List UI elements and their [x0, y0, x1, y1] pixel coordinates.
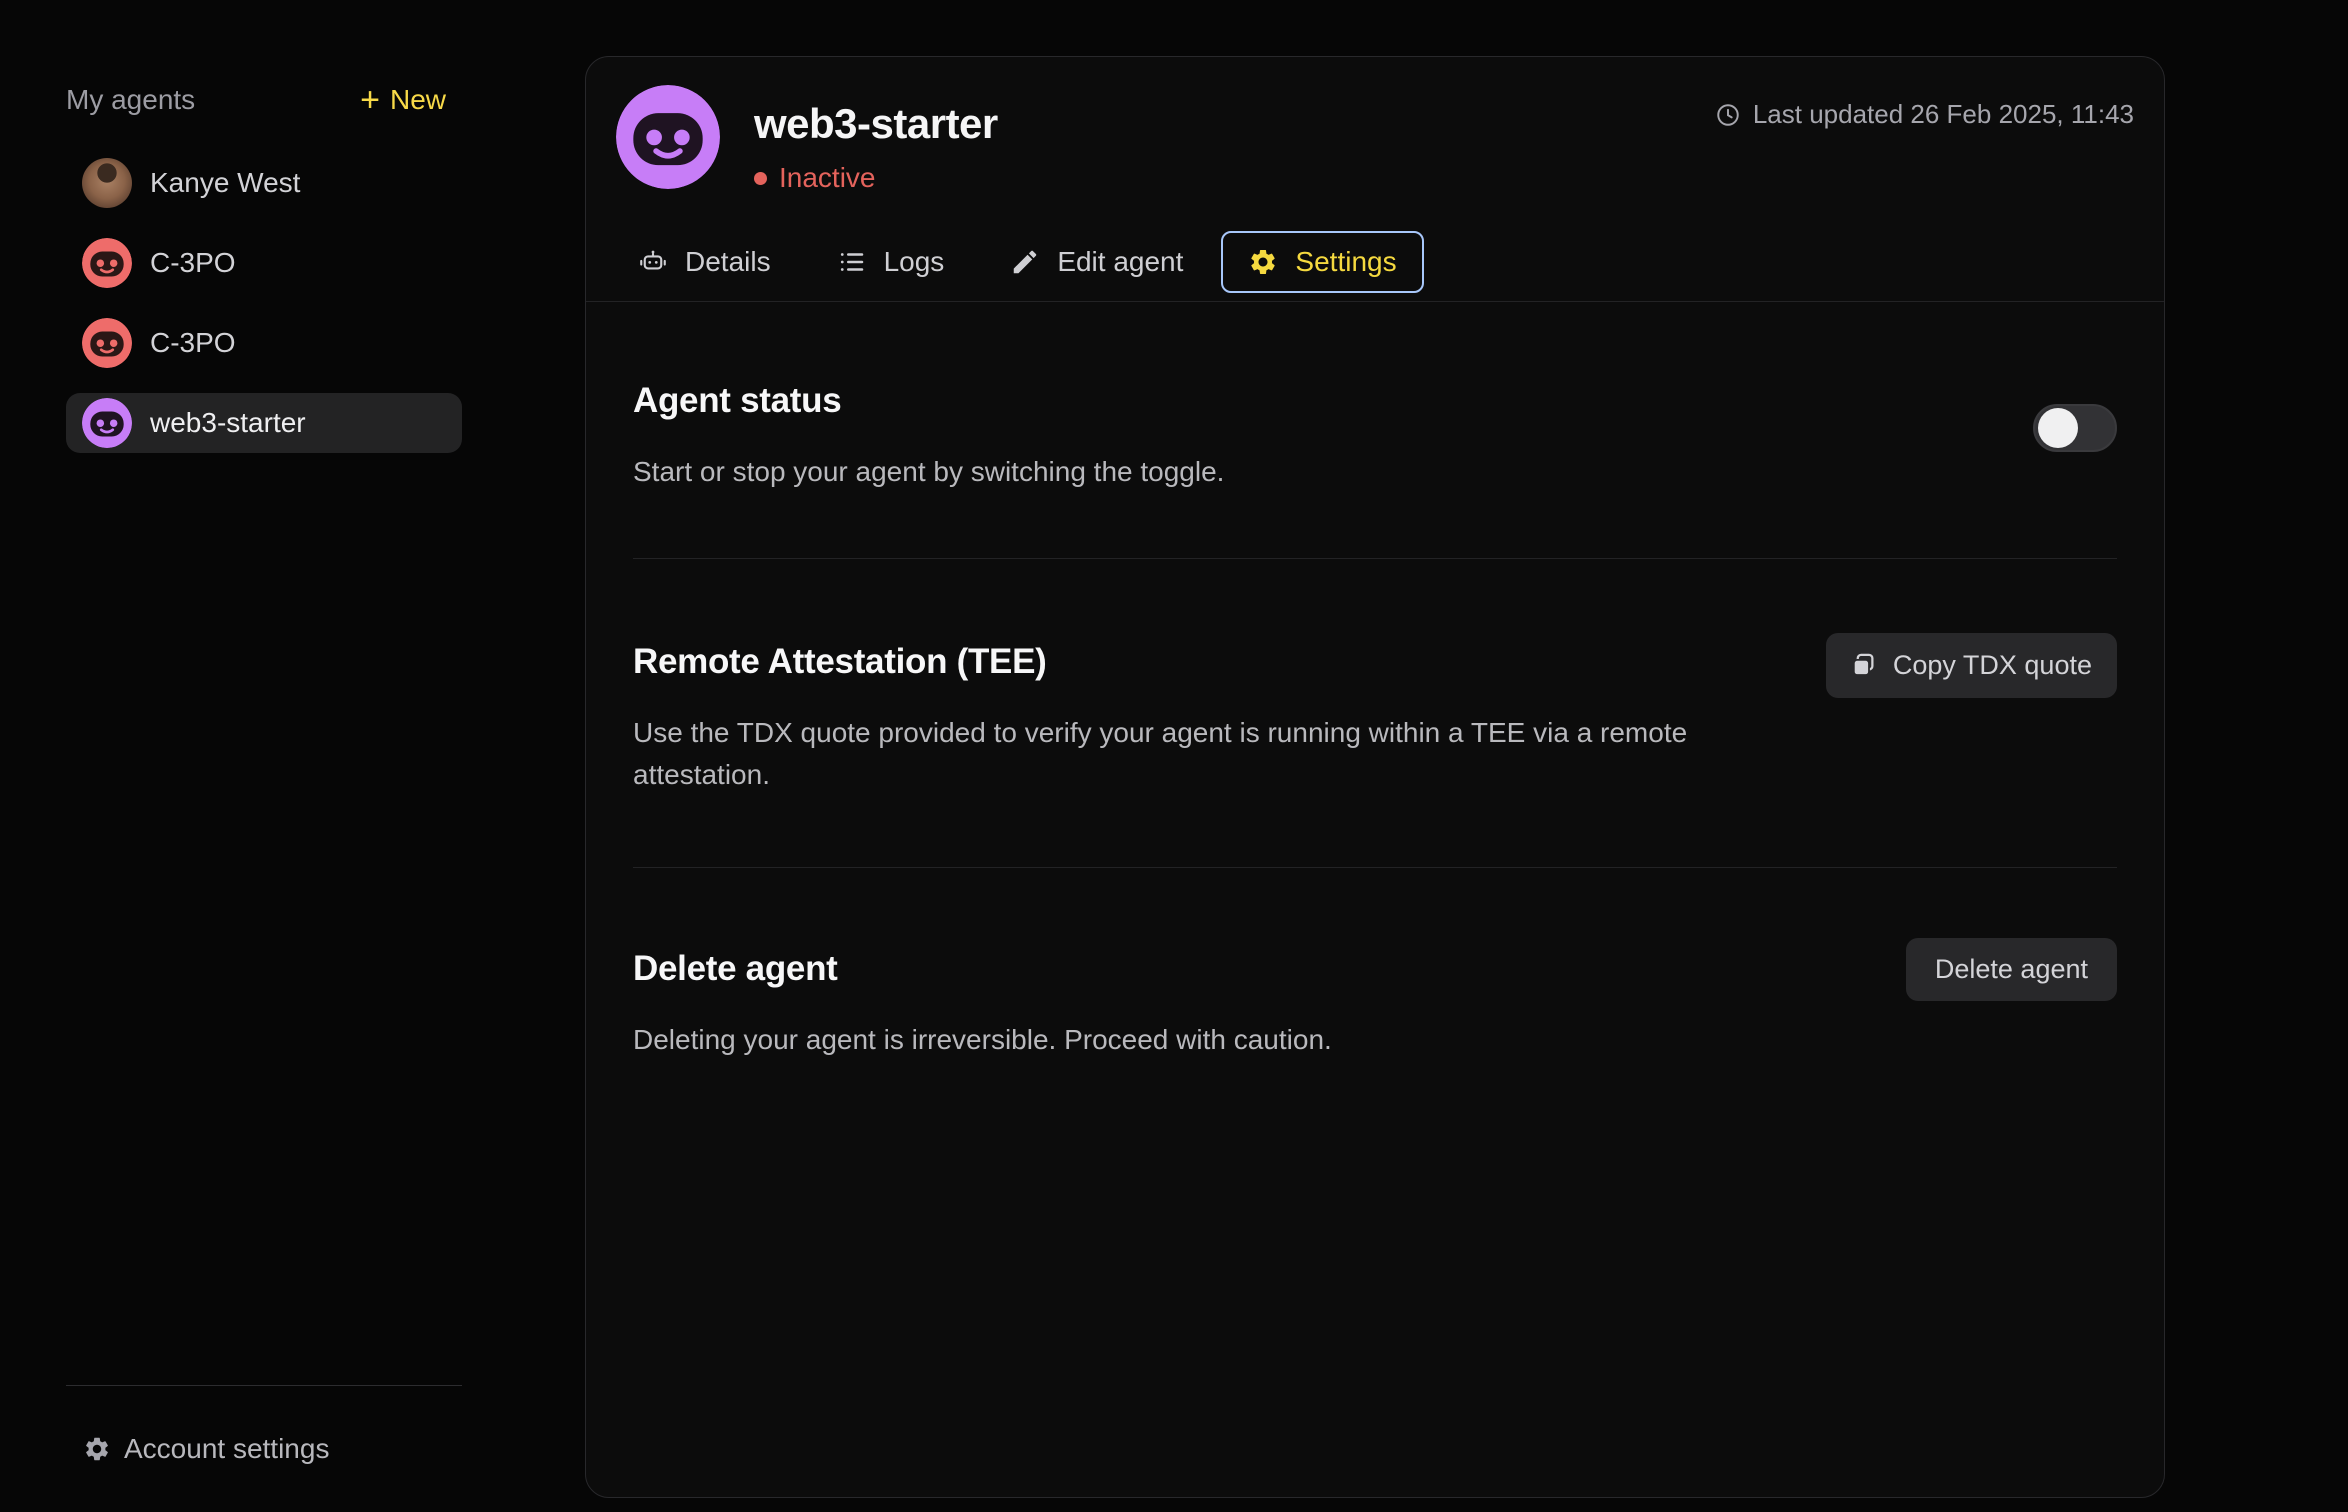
gear-icon: [1251, 250, 1276, 274]
panel-header: web3-starter Inactive Last updated 26 Fe…: [616, 85, 2134, 194]
robot-icon: [640, 250, 666, 270]
sidebar-header: My agents + New: [66, 81, 446, 119]
delete-agent-label: Delete agent: [1934, 954, 2088, 984]
delete-agent-description: Deleting your agent is irreversible. Pro…: [633, 1024, 1332, 1055]
agent-status-toggle[interactable]: [2033, 404, 2117, 452]
sidebar-item-c-3po-1[interactable]: C-3PO: [66, 233, 462, 293]
robot-avatar: [82, 238, 132, 288]
sidebar: My agents + New Kanye West C-3PO C-3PO w…: [0, 0, 585, 1512]
avatar: [82, 158, 132, 208]
list-icon: [840, 253, 863, 271]
tab-label: Edit agent: [1057, 246, 1184, 277]
tab-label: Logs: [883, 246, 945, 277]
tab-settings[interactable]: Settings: [1221, 231, 1424, 293]
sidebar-item-web3-starter[interactable]: web3-starter: [66, 393, 462, 453]
remote-attestation-description: Use the TDX quote provided to verify you…: [633, 717, 1688, 790]
robot-avatar: [82, 398, 132, 448]
last-updated-label: Last updated 26 Feb 2025, 11:43: [1752, 99, 2134, 129]
sidebar-item-kanye-west[interactable]: Kanye West: [66, 153, 462, 213]
agent-identity: web3-starter Inactive: [616, 85, 998, 194]
delete-agent-title: Delete agent: [633, 949, 838, 988]
new-agent-button[interactable]: + New: [360, 81, 446, 119]
sidebar-item-c-3po-2[interactable]: C-3PO: [66, 313, 462, 373]
delete-agent-button[interactable]: Delete agent: [1905, 938, 2117, 1001]
title-block: web3-starter Inactive: [754, 85, 998, 194]
sidebar-title: My agents: [66, 84, 196, 115]
agent-panel: web3-starter Inactive Last updated 26 Fe…: [585, 56, 2165, 1498]
delete-agent-section: Delete agent Deleting your agent is irre…: [586, 868, 2164, 1168]
tab-logs[interactable]: Logs: [837, 246, 945, 278]
tab-label: Details: [685, 246, 771, 277]
tab-label: Settings: [1295, 246, 1397, 277]
copy-tdx-quote-button[interactable]: Copy TDX quote: [1825, 633, 2117, 698]
agent-status-title: Agent status: [633, 381, 842, 420]
agent-name: Kanye West: [150, 167, 301, 198]
clock-icon: [1717, 103, 1739, 126]
new-agent-label: New: [389, 84, 446, 115]
sidebar-divider: [66, 1385, 462, 1386]
agent-name: C-3PO: [150, 247, 236, 278]
status-dot-icon: [754, 171, 767, 185]
last-updated: Last updated 26 Feb 2025, 11:43: [1715, 99, 2134, 130]
tab-details[interactable]: Details: [638, 246, 771, 278]
tab-edit-agent[interactable]: Edit agent: [1010, 246, 1183, 278]
agent-avatar: [616, 85, 720, 189]
agent-name: C-3PO: [150, 327, 236, 358]
status-badge: Inactive: [754, 162, 998, 194]
toggle-knob: [2038, 408, 2078, 448]
pencil-icon: [1014, 250, 1037, 274]
robot-avatar: [82, 318, 132, 368]
agent-status-section: Agent status Start or stop your agent by…: [586, 301, 2164, 559]
account-settings-label: Account settings: [124, 1433, 330, 1464]
agent-name: web3-starter: [150, 407, 306, 438]
status-label: Inactive: [779, 162, 876, 193]
plus-icon: +: [360, 81, 380, 119]
account-settings-button[interactable]: Account settings: [83, 1433, 329, 1465]
agent-status-description: Start or stop your agent by switching th…: [633, 456, 1225, 487]
gear-icon: [86, 1437, 108, 1461]
page-title: web3-starter: [754, 100, 998, 147]
remote-attestation-section: Remote Attestation (TEE) Use the TDX quo…: [586, 559, 2164, 868]
copy-tdx-quote-label: Copy TDX quote: [1892, 650, 2092, 680]
agent-list: Kanye West C-3PO C-3PO web3-starter: [44, 153, 462, 473]
tab-bar: Details Logs Edit agent Settings: [638, 231, 1424, 293]
copy-icon: [1852, 653, 1874, 676]
